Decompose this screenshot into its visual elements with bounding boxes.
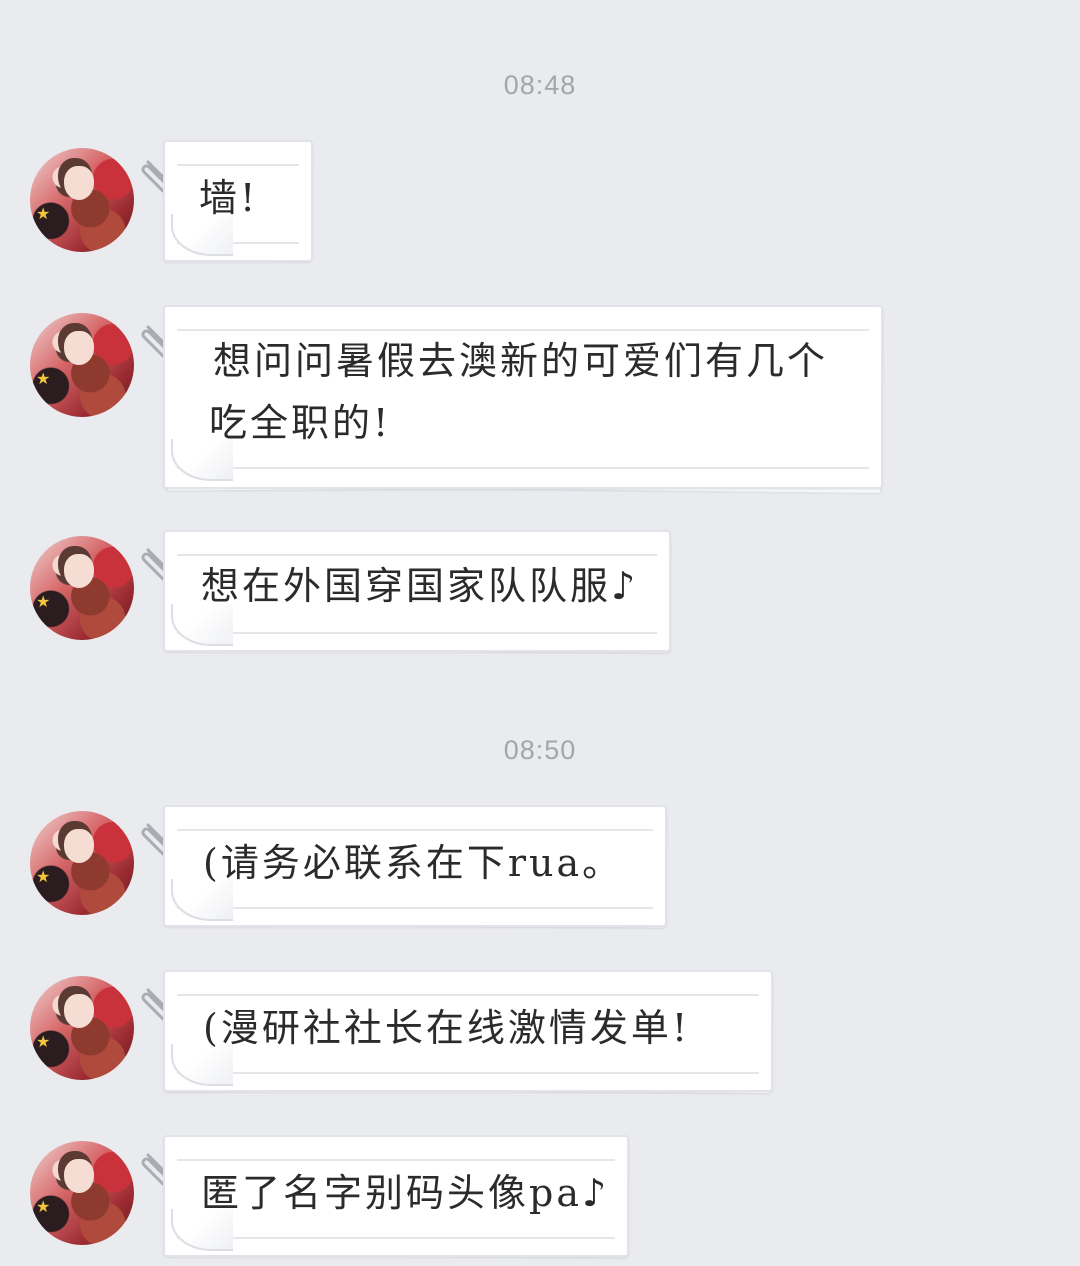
user-avatar[interactable]: ★	[30, 313, 134, 417]
message-text: 匿了名字别码头像pa♪	[201, 1171, 610, 1215]
user-avatar[interactable]: ★	[30, 1141, 134, 1245]
message-text: (漫研社社长在线激情发单!	[203, 1006, 691, 1050]
user-avatar[interactable]: ★	[30, 536, 134, 640]
timestamp: 08:48	[503, 70, 577, 100]
message-text-line2: 吃全职的!	[209, 401, 392, 445]
user-avatar[interactable]: ★	[30, 976, 134, 1080]
user-avatar[interactable]: ★	[30, 811, 134, 915]
user-avatar[interactable]: ★	[30, 148, 134, 252]
message-text-line1: 想问问暑假去澳新的可爱们有几个	[213, 339, 829, 383]
chat-window: 08:48 ★ 墙! ★ 想问问暑假去澳新的可爱们有几个 吃全职的! ★ 想在外…	[0, 0, 1080, 1266]
message-text: 想在外国穿国家队队服♪	[201, 564, 639, 608]
timestamp: 08:50	[503, 735, 577, 765]
message-text: (请务必联系在下rua。	[203, 841, 624, 885]
message-text: 墙!	[199, 176, 259, 220]
